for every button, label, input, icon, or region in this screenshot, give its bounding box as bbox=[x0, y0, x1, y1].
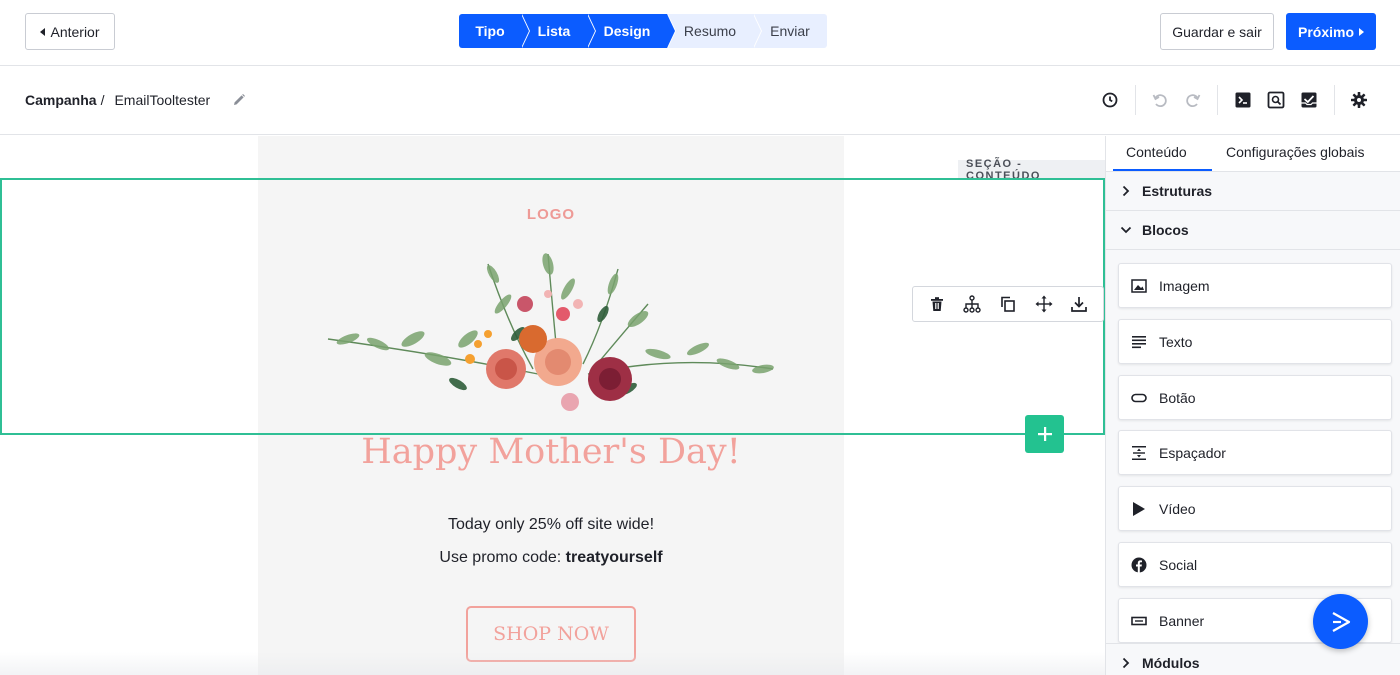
step-label: Tipo bbox=[475, 23, 505, 39]
accordion-structures[interactable]: Estruturas bbox=[1106, 171, 1400, 211]
promo-code: treatyourself bbox=[565, 549, 663, 566]
block-image[interactable]: Imagem bbox=[1118, 263, 1392, 308]
plus-icon bbox=[1037, 427, 1052, 441]
breadcrumb-root[interactable]: Campanha bbox=[25, 92, 97, 108]
duplicate-icon[interactable] bbox=[997, 293, 1019, 315]
promo-code-prefix: Use promo code: bbox=[439, 549, 566, 566]
tab-global-settings[interactable]: Configurações globais bbox=[1226, 144, 1365, 160]
step-label: Enviar bbox=[770, 23, 810, 39]
campaign-name: EmailTooltester bbox=[114, 92, 211, 108]
accordion-modules[interactable]: Módulos bbox=[1106, 643, 1400, 675]
step-lista[interactable]: Lista bbox=[521, 14, 596, 48]
save-and-exit-button[interactable]: Guardar e sair bbox=[1160, 13, 1274, 50]
banner-icon bbox=[1131, 613, 1147, 629]
block-label: Imagem bbox=[1159, 277, 1210, 294]
step-chevron bbox=[753, 14, 761, 48]
add-section-button[interactable] bbox=[1025, 415, 1064, 453]
chevron-right-icon bbox=[1120, 185, 1132, 197]
campaign-bar: Campanha / EmailTooltester bbox=[0, 67, 1400, 135]
wizard-steps: Tipo Lista Design Resumo Enviar bbox=[459, 14, 827, 48]
block-video[interactable]: Vídeo bbox=[1118, 486, 1392, 531]
toolbar-divider bbox=[1334, 85, 1335, 115]
next-label: Próximo bbox=[1297, 23, 1354, 40]
breadcrumb: Campanha / EmailTooltester bbox=[25, 92, 210, 108]
canvas-bottom-fade bbox=[0, 652, 1105, 675]
preview-icon[interactable] bbox=[1265, 89, 1287, 111]
redo-icon[interactable] bbox=[1182, 89, 1204, 111]
caret-left-icon bbox=[40, 27, 46, 36]
toolbar-divider bbox=[1135, 85, 1136, 115]
assistant-fab-button[interactable] bbox=[1313, 594, 1368, 649]
sidebar-tabs: Conteúdo Configurações globais bbox=[1106, 136, 1400, 172]
block-text[interactable]: Texto bbox=[1118, 319, 1392, 364]
block-button[interactable]: Botão bbox=[1118, 375, 1392, 420]
download-icon[interactable] bbox=[1068, 293, 1090, 315]
chevron-right-icon bbox=[1120, 657, 1132, 669]
spacer-icon bbox=[1131, 445, 1147, 461]
accordion-label: Estruturas bbox=[1142, 183, 1213, 199]
move-icon[interactable] bbox=[1033, 293, 1055, 315]
step-label: Design bbox=[603, 23, 651, 39]
block-label: Banner bbox=[1159, 612, 1205, 629]
structure-icon[interactable] bbox=[961, 293, 983, 315]
step-chevron bbox=[667, 14, 675, 48]
block-label: Texto bbox=[1159, 333, 1193, 350]
facebook-icon bbox=[1131, 557, 1147, 573]
promo-code-text[interactable]: Use promo code: treatyourself bbox=[258, 549, 844, 567]
undo-icon[interactable] bbox=[1149, 89, 1171, 111]
block-spacer[interactable]: Espaçador bbox=[1118, 430, 1392, 475]
edit-pencil-icon[interactable] bbox=[232, 93, 246, 107]
section-actions-toolbar bbox=[912, 286, 1104, 322]
section-tag: SEÇÃO - CONTEÚDO bbox=[958, 158, 1105, 182]
code-icon[interactable] bbox=[1232, 89, 1254, 111]
accordion-blocks[interactable]: Blocos bbox=[1106, 210, 1400, 250]
accordion-label: Blocos bbox=[1142, 222, 1189, 238]
send-arrow-icon bbox=[1331, 611, 1350, 632]
delete-icon[interactable] bbox=[926, 293, 948, 315]
previous-button[interactable]: Anterior bbox=[25, 13, 115, 50]
block-label: Espaçador bbox=[1159, 444, 1226, 461]
floral-illustration[interactable] bbox=[318, 244, 784, 414]
email-logo[interactable]: LOGO bbox=[258, 206, 844, 223]
step-label: Lista bbox=[537, 23, 571, 39]
sidebar-panel: Conteúdo Configurações globais Estrutura… bbox=[1105, 136, 1400, 675]
toolbar-divider bbox=[1217, 85, 1218, 115]
caret-right-icon bbox=[1359, 27, 1364, 36]
top-bar: Anterior Tipo Lista Design Resumo Enviar… bbox=[0, 0, 1400, 66]
settings-icon[interactable] bbox=[1348, 89, 1370, 111]
step-chevron bbox=[521, 14, 529, 48]
previous-label: Anterior bbox=[50, 23, 100, 40]
test-email-icon[interactable] bbox=[1298, 89, 1320, 111]
image-icon bbox=[1131, 278, 1147, 294]
step-enviar[interactable]: Enviar bbox=[753, 14, 827, 48]
breadcrumb-separator: / bbox=[100, 92, 105, 108]
block-label: Botão bbox=[1159, 389, 1196, 406]
tab-content[interactable]: Conteúdo bbox=[1126, 144, 1187, 160]
step-resumo[interactable]: Resumo bbox=[667, 14, 762, 48]
block-label: Social bbox=[1159, 556, 1198, 573]
step-chevron bbox=[587, 14, 595, 48]
step-label: Resumo bbox=[683, 23, 737, 39]
accordion-label: Módulos bbox=[1142, 655, 1200, 671]
block-label: Vídeo bbox=[1159, 500, 1196, 517]
text-icon bbox=[1131, 334, 1147, 350]
hero-heading[interactable]: Happy Mother's Day! bbox=[258, 432, 844, 472]
history-icon[interactable] bbox=[1099, 89, 1121, 111]
button-icon bbox=[1131, 390, 1147, 406]
block-social[interactable]: Social bbox=[1118, 542, 1392, 587]
chevron-down-icon bbox=[1120, 224, 1132, 236]
step-design[interactable]: Design bbox=[587, 14, 676, 48]
promo-text[interactable]: Today only 25% off site wide! bbox=[258, 516, 844, 534]
next-button[interactable]: Próximo bbox=[1286, 13, 1376, 50]
editor-canvas[interactable]: SEÇÃO - CONTEÚDO LOGO Happy Mother's Day… bbox=[0, 136, 1105, 675]
video-icon bbox=[1131, 501, 1147, 517]
step-tipo[interactable]: Tipo bbox=[459, 14, 530, 48]
